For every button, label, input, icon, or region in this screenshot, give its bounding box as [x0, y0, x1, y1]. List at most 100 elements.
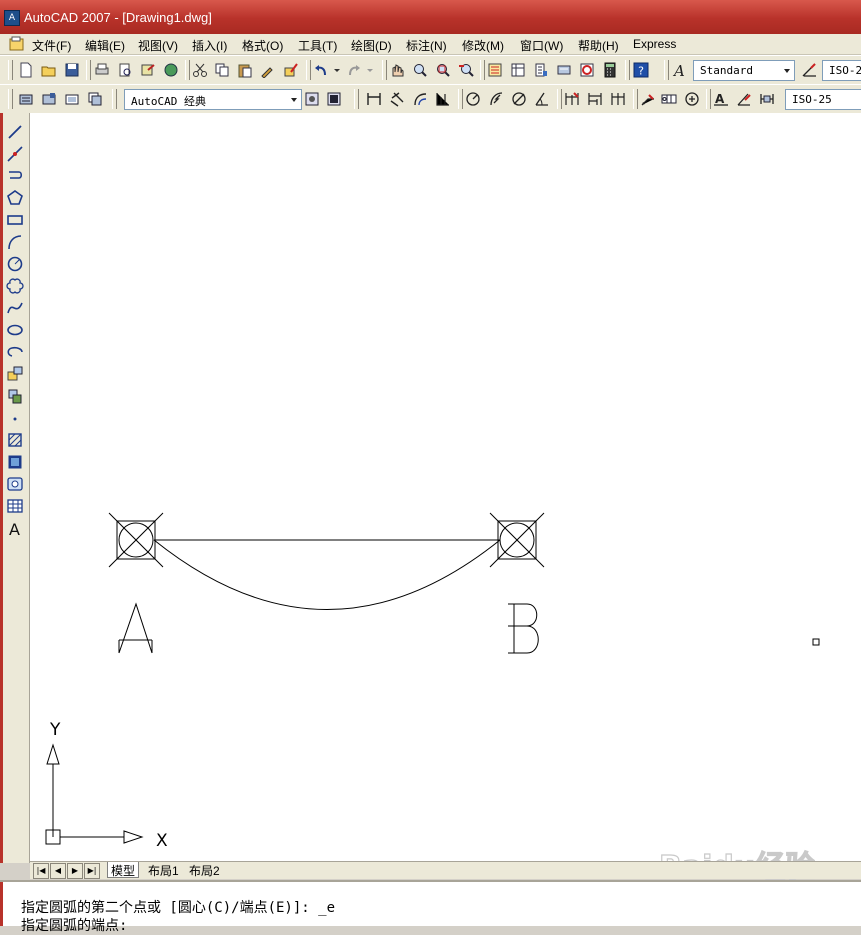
sheet-set-icon[interactable]: [556, 62, 572, 78]
point-icon[interactable]: [6, 409, 24, 427]
rectangle-icon[interactable]: [6, 211, 24, 229]
point-a-marker[interactable]: [108, 512, 164, 568]
dim-diameter-icon[interactable]: [511, 91, 527, 107]
autocad-app-icon[interactable]: A: [4, 10, 20, 26]
menu-format[interactable]: 格式(O): [242, 37, 283, 54]
next-tab-icon[interactable]: ▶: [67, 863, 83, 879]
workspace-save-icon[interactable]: [326, 91, 342, 107]
dim-ordinate-icon[interactable]: [435, 91, 451, 107]
redo-icon[interactable]: [346, 62, 362, 78]
menu-file[interactable]: 文件(F): [32, 37, 71, 54]
undo-icon[interactable]: [313, 62, 329, 78]
paste-icon[interactable]: [237, 62, 253, 78]
tool-palettes-icon[interactable]: [533, 62, 549, 78]
dim-continue-icon[interactable]: [610, 91, 626, 107]
polyline-icon[interactable]: [6, 167, 24, 185]
layer-prev-icon[interactable]: [64, 91, 80, 107]
plot-icon[interactable]: [94, 62, 110, 78]
dim-style-select-2[interactable]: ISO-25: [785, 89, 861, 110]
document-menu-icon[interactable]: [9, 36, 25, 51]
arc-icon[interactable]: [6, 233, 24, 251]
tab-model[interactable]: 模型: [107, 862, 140, 878]
insert-block-icon[interactable]: [6, 365, 24, 383]
command-window[interactable]: 指定圆弧的第二个点或 [圆心(C)/端点(E)]: _e 指定圆弧的端点:: [0, 880, 861, 934]
spline-icon[interactable]: [6, 299, 24, 317]
menu-window[interactable]: 窗口(W): [520, 37, 563, 54]
save-icon[interactable]: [64, 62, 80, 78]
layer-state-icon[interactable]: [41, 91, 57, 107]
3d-dwf-icon[interactable]: [163, 62, 179, 78]
last-tab-icon[interactable]: ▶|: [84, 863, 100, 879]
dim-angular-icon[interactable]: [534, 91, 550, 107]
open-icon[interactable]: [41, 62, 57, 78]
chevron-down-icon[interactable]: [782, 64, 792, 77]
dim-radius-icon[interactable]: [465, 91, 481, 107]
redo-dropdown-icon[interactable]: [366, 62, 374, 78]
menu-insert[interactable]: 插入(I): [192, 37, 227, 54]
dim-baseline-icon[interactable]: [587, 91, 603, 107]
line-icon[interactable]: [6, 123, 24, 141]
menu-dimension[interactable]: 标注(N): [406, 37, 447, 54]
quick-leader-icon[interactable]: [640, 91, 656, 107]
command-prompt-line[interactable]: 指定圆弧的端点:: [21, 915, 127, 935]
zoom-previous-icon[interactable]: [458, 62, 474, 78]
new-icon[interactable]: [18, 62, 34, 78]
pan-icon[interactable]: [389, 62, 405, 78]
match-properties-icon[interactable]: [260, 62, 276, 78]
polygon-icon[interactable]: [6, 189, 24, 207]
toolbar-grip[interactable]: [8, 60, 13, 80]
properties-icon[interactable]: [487, 62, 503, 78]
dim-style-icon[interactable]: [801, 62, 817, 78]
gradient-icon[interactable]: [6, 453, 24, 471]
hatch-icon[interactable]: [6, 431, 24, 449]
tab-layout1[interactable]: 布局1: [145, 862, 182, 878]
dim-arc-icon[interactable]: [412, 91, 428, 107]
dim-aligned-icon[interactable]: [389, 91, 405, 107]
cut-icon[interactable]: [192, 62, 208, 78]
dim-linear-icon[interactable]: [366, 91, 382, 107]
zoom-window-icon[interactable]: [435, 62, 451, 78]
dim-edit-icon[interactable]: A: [713, 91, 729, 107]
layer-iso-icon[interactable]: [87, 91, 103, 107]
workspace-settings-icon[interactable]: [304, 91, 320, 107]
chevron-down-icon[interactable]: [289, 93, 299, 106]
region-icon[interactable]: [6, 475, 24, 493]
dim-update-icon[interactable]: [759, 91, 775, 107]
workspace-select[interactable]: AutoCAD 经典: [124, 89, 302, 110]
layer-icon[interactable]: [18, 91, 34, 107]
tolerance-icon[interactable]: [661, 91, 677, 107]
toolbar-grip[interactable]: [8, 89, 13, 109]
multiline-text-icon[interactable]: A: [6, 519, 24, 537]
first-tab-icon[interactable]: |◀: [33, 863, 49, 879]
ellipse-icon[interactable]: [6, 321, 24, 339]
make-block-icon[interactable]: [6, 387, 24, 405]
menu-draw[interactable]: 绘图(D): [351, 37, 392, 54]
text-style-icon[interactable]: A: [672, 62, 688, 78]
menu-edit[interactable]: 编辑(E): [85, 37, 125, 54]
label-a[interactable]: A: [118, 602, 153, 654]
menu-modify[interactable]: 修改(M): [462, 37, 504, 54]
drawing-svg[interactable]: A B Y X: [30, 113, 861, 861]
copy-icon[interactable]: [214, 62, 230, 78]
drawing-area[interactable]: A B Y X: [30, 113, 861, 861]
construction-line-icon[interactable]: [6, 145, 24, 163]
block-editor-icon[interactable]: [283, 62, 299, 78]
quickcalc-icon[interactable]: [602, 62, 618, 78]
label-b[interactable]: B: [508, 603, 539, 654]
circle-icon[interactable]: [6, 255, 24, 273]
revision-cloud-icon[interactable]: [6, 277, 24, 295]
prev-tab-icon[interactable]: ◀: [50, 863, 66, 879]
point-b-marker[interactable]: [489, 512, 545, 568]
menu-tools[interactable]: 工具(T): [298, 37, 337, 54]
help-icon[interactable]: ?: [633, 62, 649, 78]
dim-style-select[interactable]: ISO-25: [822, 60, 861, 81]
undo-dropdown-icon[interactable]: [333, 62, 341, 78]
tab-layout2[interactable]: 布局2: [186, 862, 223, 878]
center-mark-icon[interactable]: [684, 91, 700, 107]
table-icon[interactable]: [6, 497, 24, 515]
menu-help[interactable]: 帮助(H): [578, 37, 619, 54]
plot-preview-icon[interactable]: [117, 62, 133, 78]
zoom-realtime-icon[interactable]: [412, 62, 428, 78]
quick-dim-icon[interactable]: [564, 91, 580, 107]
dim-text-edit-icon[interactable]: [736, 91, 752, 107]
